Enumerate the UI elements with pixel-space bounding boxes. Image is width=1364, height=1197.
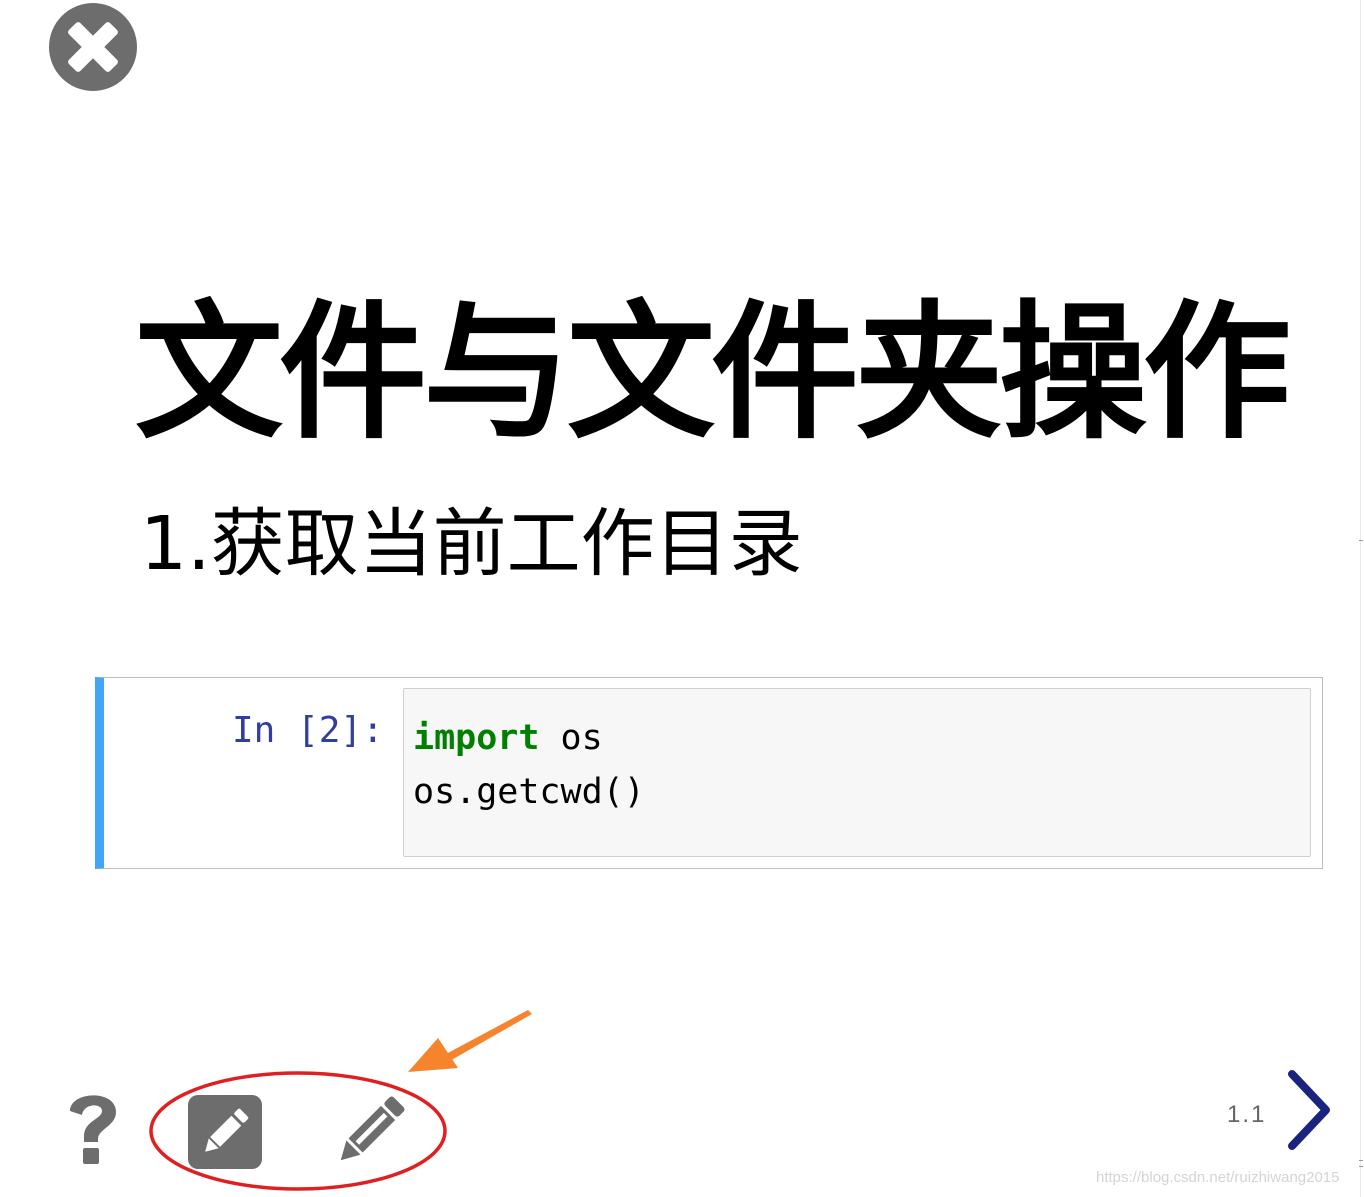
code-keyword: import	[413, 718, 540, 758]
slide-title: 文件与文件夹操作	[135, 287, 1291, 459]
edit-square-icon	[188, 1095, 262, 1169]
window-edge-tick	[1359, 1166, 1363, 1167]
edit-slide-button[interactable]	[188, 1095, 262, 1169]
input-prompt: In [2]:	[232, 710, 384, 751]
slide-number: 1.1	[1227, 1101, 1267, 1128]
code-cell[interactable]: In [2]: import os os.getcwd()	[95, 677, 1323, 869]
slide-subtitle: 1.获取当前工作目录	[140, 501, 803, 587]
window-edge-tick	[1359, 1160, 1363, 1161]
help-icon	[70, 1095, 116, 1164]
help-button[interactable]	[58, 1084, 124, 1168]
window-edge	[1360, 0, 1361, 1197]
pencil-button[interactable]	[330, 1094, 408, 1170]
code-input-area[interactable]: import os os.getcwd()	[403, 688, 1311, 857]
window-edge-tick	[1359, 540, 1363, 541]
code-line: import os	[413, 711, 1310, 765]
code-line: os.getcwd()	[413, 765, 1310, 819]
next-slide-button[interactable]	[1282, 1068, 1338, 1152]
chevron-right-icon	[1288, 1070, 1330, 1150]
close-button[interactable]	[48, 2, 138, 92]
close-icon	[49, 3, 137, 91]
annotation-arrow	[400, 1002, 536, 1078]
code-text: os	[539, 718, 603, 758]
pencil-icon	[340, 1096, 405, 1161]
watermark: https://blog.csdn.net/ruizhiwang2015	[1096, 1169, 1340, 1186]
code-text: os.getcwd()	[413, 772, 645, 812]
